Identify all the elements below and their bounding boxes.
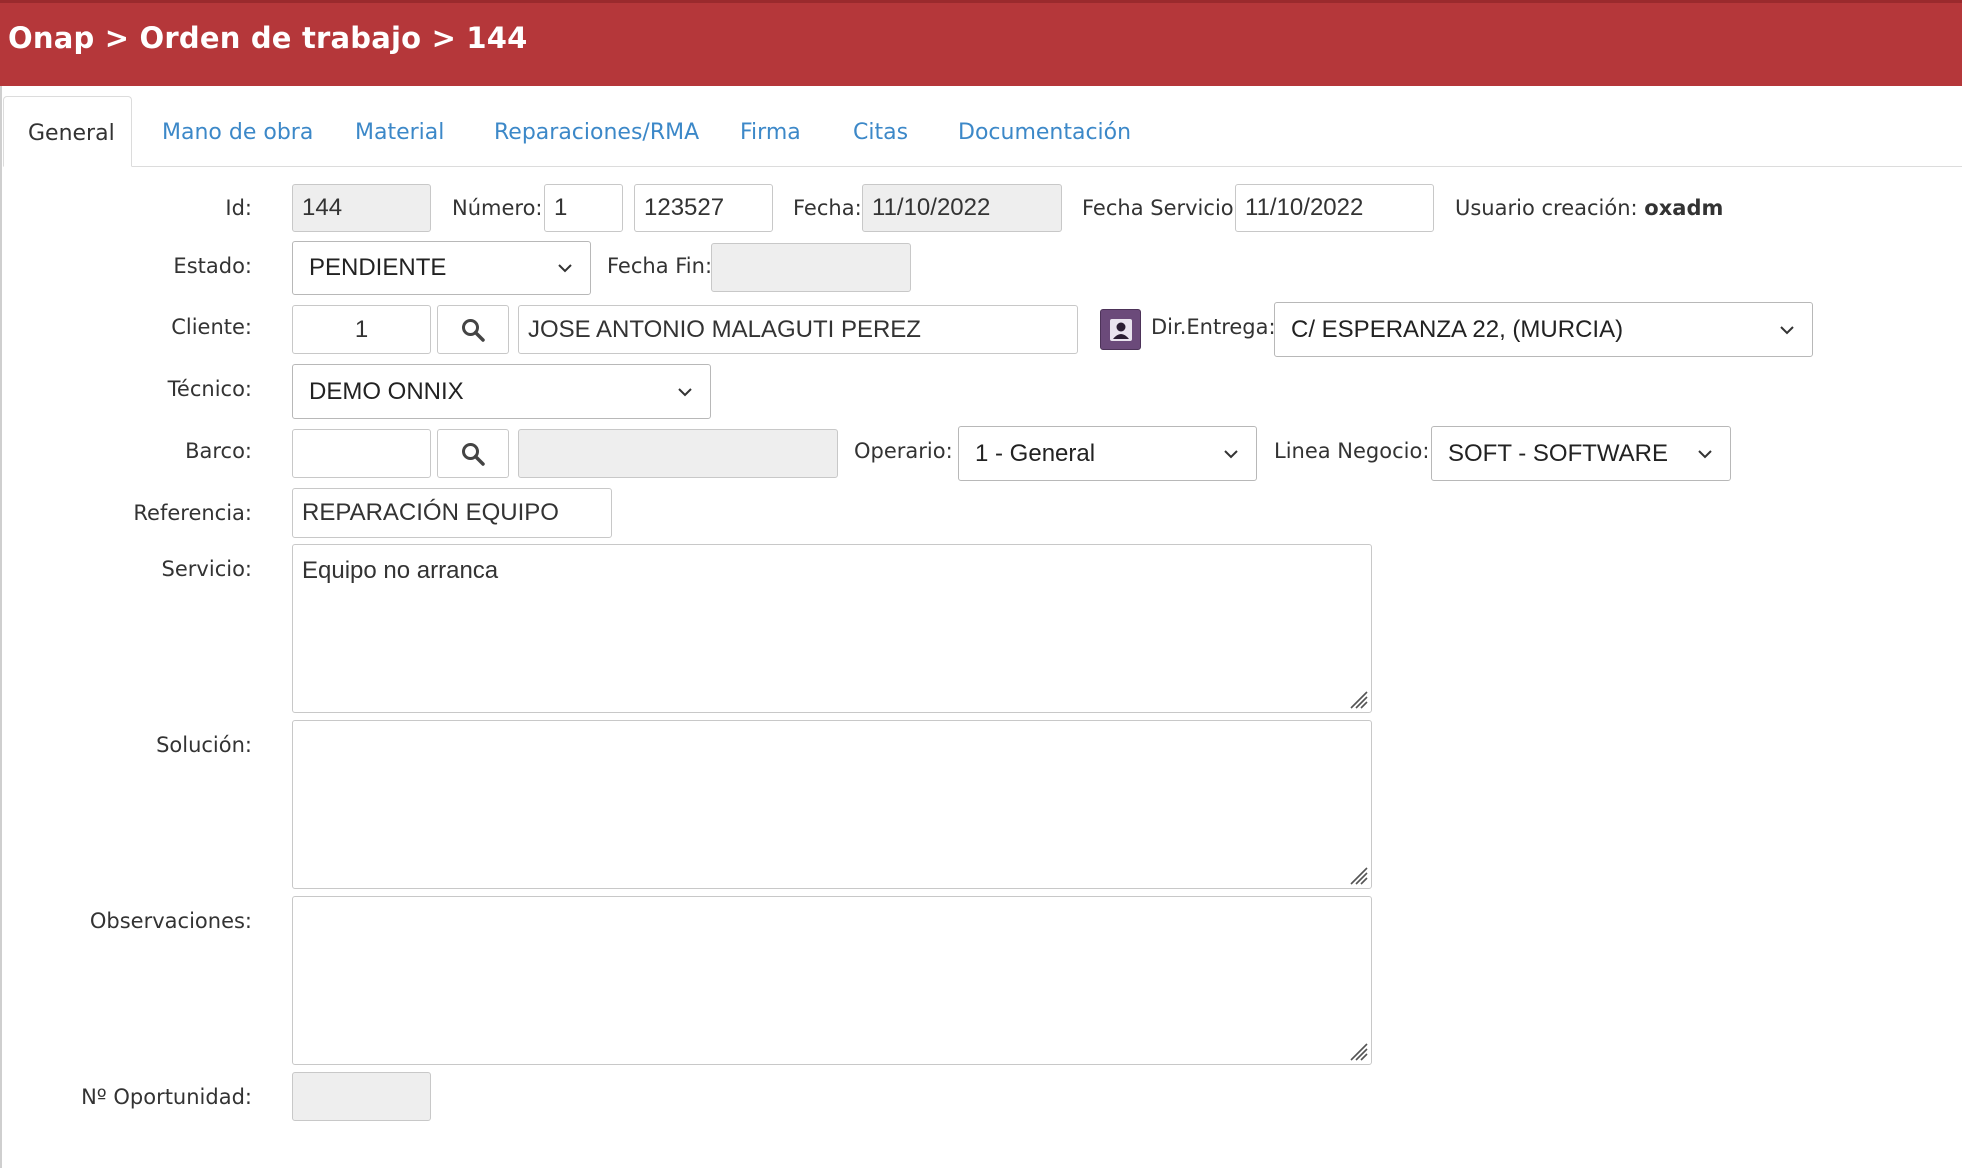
tab-documentacion[interactable]: Documentación [958,120,1131,145]
oportunidad-label: Nº Oportunidad: [81,1085,252,1109]
dir-entrega-select[interactable]: C/ ESPERANZA 22, (MURCIA) [1274,302,1813,357]
app-header: Onap > Orden de trabajo > 144 [0,0,1962,86]
chevron-down-icon [1698,449,1712,458]
barco-name-field [518,429,838,478]
observaciones-label: Observaciones: [89,909,252,933]
estado-select[interactable]: PENDIENTE [292,241,591,295]
tab-citas[interactable]: Citas [853,120,908,145]
fecha-field: 11/10/2022 [862,184,1062,232]
tab-general[interactable]: General [3,96,132,167]
usuario-creacion: Usuario creación: oxadm [1455,196,1723,220]
resize-grip-icon[interactable] [1346,687,1368,709]
chevron-down-icon [1780,325,1794,334]
tecnico-value: DEMO ONNIX [309,377,464,405]
breadcrumb: Onap > Orden de trabajo > 144 [8,21,528,55]
search-icon [462,318,485,342]
tab-bar-divider [132,166,1962,167]
tecnico-label: Técnico: [167,377,252,401]
solucion-textarea[interactable] [292,720,1372,889]
usuario-creacion-value: oxadm [1644,196,1724,220]
servicio-textarea[interactable]: Equipo no arranca [292,544,1372,713]
fecha-servicio-field[interactable]: 11/10/2022 [1235,184,1434,232]
numero-field[interactable]: 123527 [634,184,773,232]
servicio-text: Equipo no arranca [302,557,499,584]
resize-grip-icon[interactable] [1346,863,1368,885]
referencia-label: Referencia: [133,501,252,525]
observaciones-textarea[interactable] [292,896,1372,1065]
estado-label: Estado: [173,254,252,278]
linea-negocio-label: Linea Negocio: [1274,439,1430,463]
operario-label: Operario: [854,439,953,463]
cliente-label: Cliente: [171,315,252,339]
tab-material[interactable]: Material [355,120,444,145]
operario-value: 1 - General [975,439,1096,467]
cliente-code-field[interactable]: 1 [292,305,431,354]
chevron-down-icon [558,264,572,273]
usuario-creacion-label: Usuario creación: [1455,196,1638,220]
dir-entrega-label: Dir.Entrega: [1151,315,1276,339]
search-icon [462,442,485,466]
oportunidad-field [292,1072,431,1121]
tab-mano-de-obra[interactable]: Mano de obra [162,120,313,145]
solucion-label: Solución: [156,733,252,757]
cliente-name-field[interactable]: JOSE ANTONIO MALAGUTI PEREZ [518,305,1078,354]
resize-grip-icon[interactable] [1346,1039,1368,1061]
chevron-down-icon [1224,449,1238,458]
fecha-servicio-label: Fecha Servicio: [1082,196,1241,220]
contact-card-icon[interactable] [1100,309,1141,350]
id-field: 144 [292,184,431,232]
referencia-field[interactable]: REPARACIÓN EQUIPO [292,488,612,538]
tecnico-select[interactable]: DEMO ONNIX [292,364,711,419]
dir-entrega-value: C/ ESPERANZA 22, (MURCIA) [1291,315,1624,343]
left-edge [0,86,2,1168]
barco-label: Barco: [185,439,252,463]
fecha-fin-field [711,243,911,292]
cliente-search-button[interactable] [437,305,509,354]
chevron-down-icon [678,387,692,396]
numero-serie-field[interactable]: 1 [544,184,623,232]
fecha-label: Fecha: [793,196,862,220]
tab-label: General [28,121,115,146]
servicio-label: Servicio: [161,557,252,581]
numero-label: Número: [452,196,543,220]
tab-reparaciones-rma[interactable]: Reparaciones/RMA [494,120,699,145]
id-label: Id: [225,196,252,220]
barco-code-field[interactable] [292,429,431,478]
linea-negocio-value: SOFT - SOFTWARE [1448,439,1668,467]
contact-card-glyph [1109,318,1132,341]
tab-firma[interactable]: Firma [740,120,801,145]
barco-search-button[interactable] [437,429,509,478]
fecha-fin-label: Fecha Fin: [607,254,713,278]
linea-negocio-select[interactable]: SOFT - SOFTWARE [1431,426,1731,481]
estado-value: PENDIENTE [309,254,447,281]
operario-select[interactable]: 1 - General [958,426,1257,481]
